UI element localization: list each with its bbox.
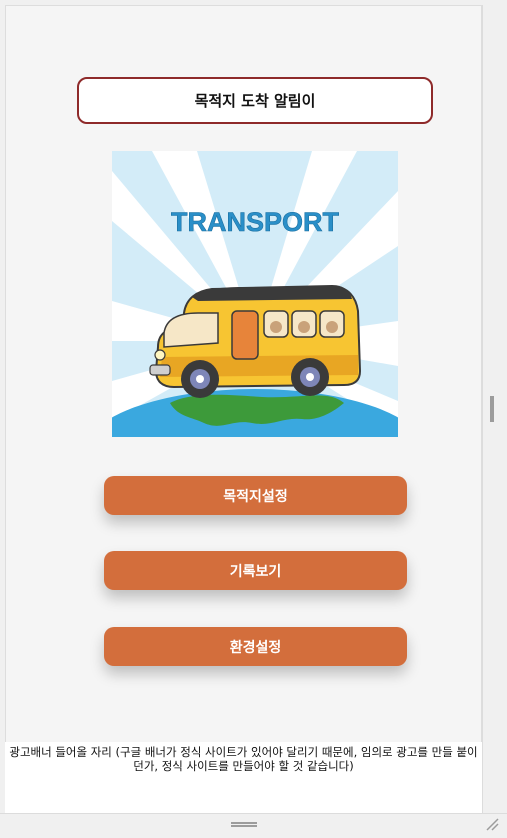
vertical-splitter-grip[interactable] [490, 396, 494, 422]
page-title: 목적지 도착 알림이 [77, 77, 433, 124]
resize-handle-icon[interactable] [485, 817, 499, 831]
settings-label: 환경설정 [229, 638, 282, 655]
settings-button[interactable]: 환경설정 [104, 627, 407, 666]
school-bus-illustration: TRANSPORT [112, 151, 398, 437]
transport-text: TRANSPORT [171, 207, 340, 237]
set-destination-button[interactable]: 목적지설정 [104, 476, 407, 515]
horizontal-splitter-grip[interactable] [231, 822, 257, 827]
view-history-label: 기록보기 [229, 562, 282, 579]
page-title-text: 목적지 도착 알림이 [194, 92, 316, 110]
view-history-button[interactable]: 기록보기 [104, 551, 407, 590]
ad-banner: 광고배너 들어올 자리 (구글 배너가 정식 사이트가 있어야 달리기 때문에,… [5, 742, 482, 813]
set-destination-label: 목적지설정 [223, 487, 288, 504]
ad-banner-text: 광고배너 들어올 자리 (구글 배너가 정식 사이트가 있어야 달리기 때문에,… [9, 745, 478, 773]
app-window: 목적지 도착 알림이 TRANSPORT 목적지설정 기록보기 환경설정 광고배… [0, 0, 507, 838]
